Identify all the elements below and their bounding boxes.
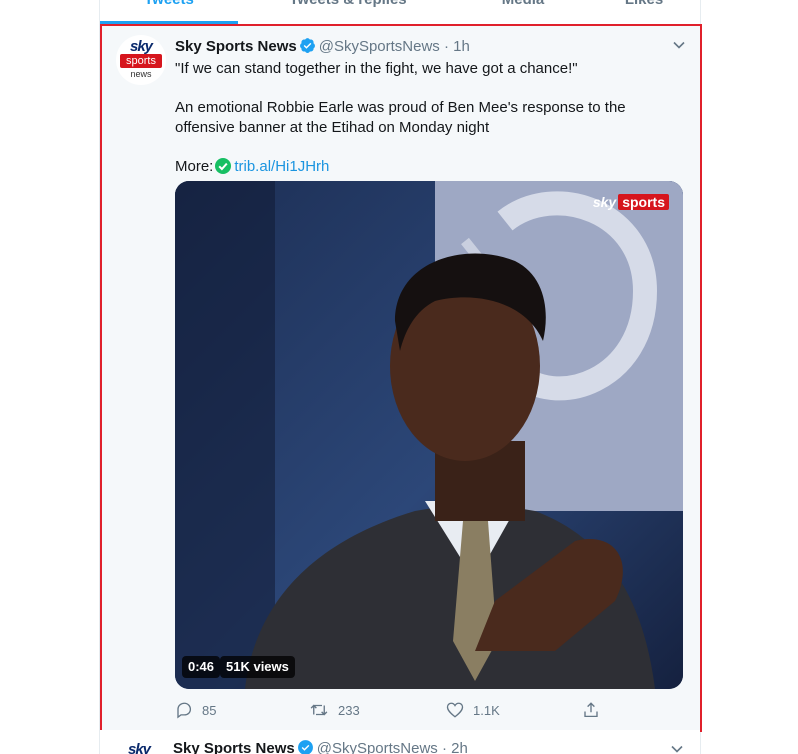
next-avatar-logo-sky: sky (127, 741, 151, 754)
check-mark-icon (215, 158, 232, 180)
tweet-body: An emotional Robbie Earle was proud of B… (175, 99, 626, 136)
like-button[interactable]: 1.1K (446, 700, 500, 722)
tweet-link[interactable]: trib.al/Hi1JHrh (234, 158, 329, 175)
timeline-column: Tweets Tweets & replies Media Likes sky … (99, 0, 702, 754)
tweet-header: Sky Sports News @SkySportsNews · 1h (175, 37, 470, 57)
profile-tabs: Tweets Tweets & replies Media Likes (100, 0, 700, 24)
sky-sports-logo: sky sports (593, 193, 669, 211)
header-separator: · (443, 38, 449, 55)
next-tweet-timestamp[interactable]: 2h (451, 740, 468, 754)
next-tweet-avatar[interactable]: sky (114, 738, 164, 754)
next-tweet[interactable]: sky Sky Sports News @SkySportsNews · 2h (100, 730, 700, 754)
video-views-badge: 51K views (220, 656, 295, 678)
avatar[interactable]: sky sports news (116, 35, 166, 85)
video-player[interactable]: sky sports 0:46 51K views (175, 181, 683, 689)
next-header-separator: · (441, 740, 447, 754)
verified-badge-icon (299, 37, 316, 60)
video-frame (175, 181, 683, 689)
share-button[interactable] (582, 700, 609, 722)
retweet-button[interactable]: 233 (309, 700, 360, 722)
chevron-down-icon[interactable] (672, 38, 686, 57)
author-handle[interactable]: @SkySportsNews (319, 38, 440, 55)
avatar-logo-news: news (130, 69, 152, 79)
retweet-count: 233 (338, 703, 360, 718)
share-icon (584, 702, 598, 718)
tweet-actions: 85 233 1.1K (175, 700, 675, 722)
next-verified-badge-icon (297, 739, 314, 754)
next-chevron-down-icon[interactable] (670, 742, 684, 754)
tweet-quote: "If we can stand together in the fight, … (175, 60, 578, 77)
tab-likes[interactable]: Likes (588, 0, 700, 24)
avatar-logo-sky: sky (129, 38, 153, 55)
tweet-text: "If we can stand together in the fight, … (175, 59, 675, 180)
author-name[interactable]: Sky Sports News (175, 38, 297, 55)
next-author-name[interactable]: Sky Sports News (173, 740, 295, 754)
reply-icon (177, 702, 192, 719)
next-tweet-header: Sky Sports News @SkySportsNews · 2h (173, 739, 468, 754)
heart-icon (446, 702, 464, 718)
tweet-more-line: More: trib.al/Hi1JHrh (175, 157, 675, 180)
reply-button[interactable]: 85 (175, 700, 216, 722)
avatar-logo-sports: sports (120, 54, 162, 68)
tweet-timestamp[interactable]: 1h (453, 38, 470, 55)
video-duration-badge: 0:46 (182, 656, 221, 678)
retweet-icon (310, 704, 328, 716)
tab-media[interactable]: Media (458, 0, 588, 24)
like-count: 1.1K (473, 703, 500, 718)
next-author-handle[interactable]: @SkySportsNews (317, 740, 438, 754)
tweet[interactable]: sky sports news Sky Sports News @SkySport… (100, 24, 702, 732)
reply-count: 85 (202, 703, 217, 718)
tab-tweets-and-replies[interactable]: Tweets & replies (238, 0, 458, 24)
more-label: More: (175, 158, 214, 175)
